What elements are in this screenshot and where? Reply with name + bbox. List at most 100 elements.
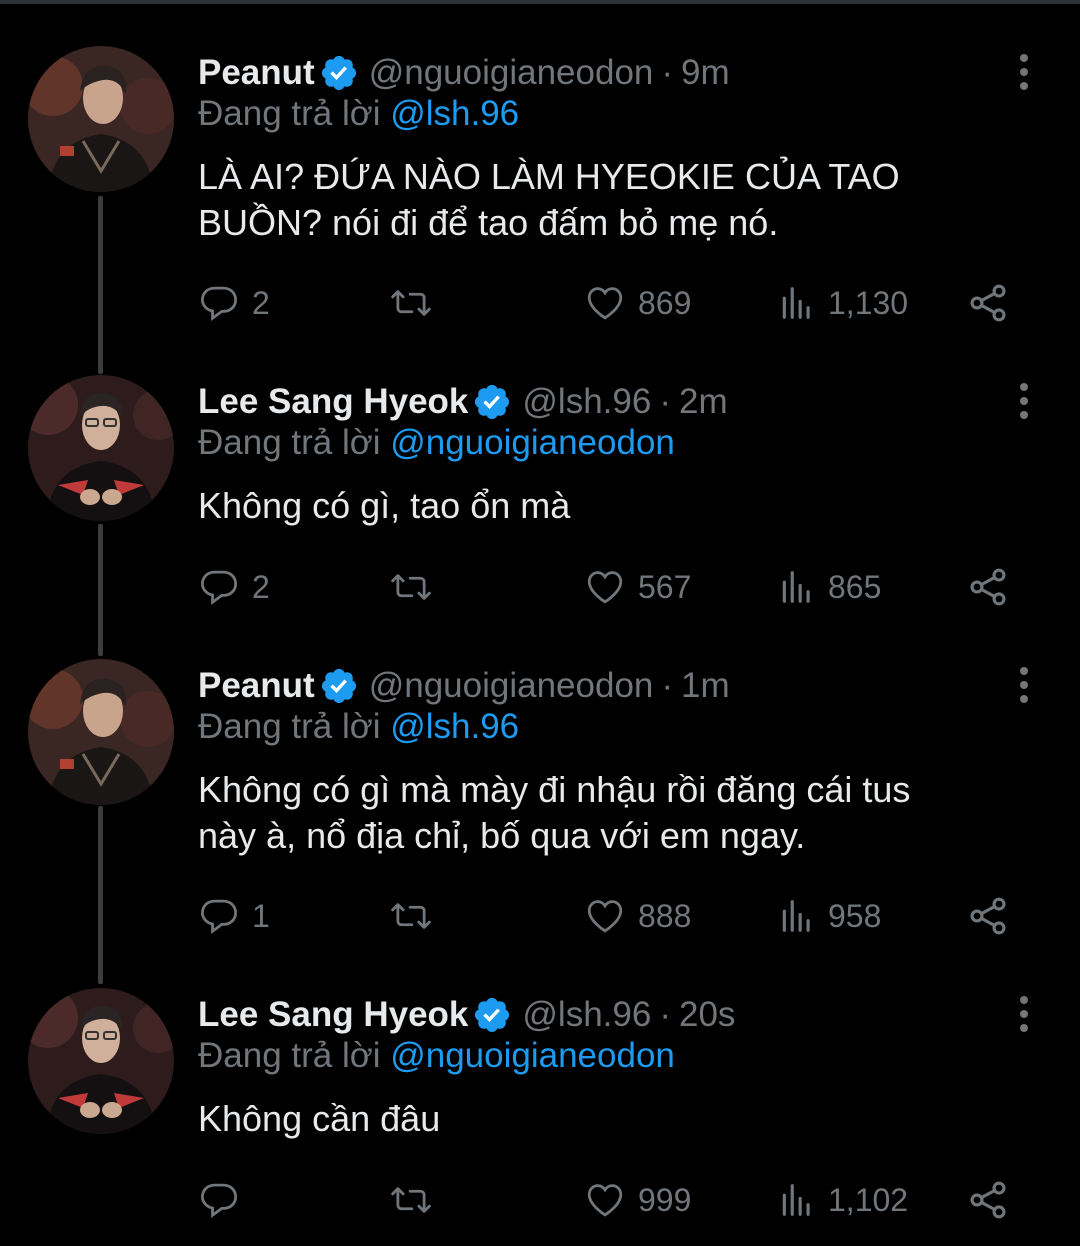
reply-icon (200, 286, 238, 321)
top-divider (0, 0, 1080, 4)
timestamp[interactable]: 1m (681, 666, 730, 706)
user-handle[interactable]: @lsh.96 (522, 995, 651, 1035)
like-button[interactable]: 869 (584, 278, 691, 328)
like-icon (587, 900, 623, 933)
mention-link[interactable]: @nguoigianeodon (390, 1036, 675, 1075)
like-button[interactable]: 999 (584, 1175, 691, 1225)
like-button[interactable]: 567 (584, 562, 691, 612)
replying-to: Đang trả lời @nguoigianeodon (198, 423, 675, 463)
avatar[interactable] (28, 988, 174, 1134)
views-button[interactable]: 865 (778, 562, 881, 612)
action-bar: 2 869 1,130 (198, 278, 1028, 328)
thread-connector (98, 196, 103, 374)
share-button[interactable] (966, 562, 1010, 612)
display-name[interactable]: Peanut (198, 666, 315, 706)
replying-to-label: Đang trả lời (198, 1036, 381, 1075)
replying-to: Đang trả lời @lsh.96 (198, 707, 519, 747)
verified-badge-icon (472, 382, 512, 422)
reply-button[interactable]: 2 (198, 278, 270, 328)
tweet-text-line: LÀ AI? ĐỨA NÀO LÀM HYEOKIE CỦA TAO (198, 156, 900, 197)
reply-count: 1 (252, 897, 270, 934)
action-bar: 999 1,102 (198, 1175, 1028, 1225)
retweet-button[interactable] (388, 891, 446, 941)
like-count: 999 (638, 1181, 692, 1218)
reply-icon (200, 899, 238, 934)
separator-dot: · (661, 666, 674, 705)
verified-badge-icon (472, 995, 512, 1035)
avatar[interactable] (28, 46, 174, 192)
replying-to-label: Đang trả lời (198, 94, 381, 133)
mention-link[interactable]: @lsh.96 (390, 94, 519, 133)
mention-link[interactable]: @lsh.96 (390, 707, 519, 746)
views-button[interactable]: 1,102 (778, 1175, 908, 1225)
views-icon (782, 900, 810, 932)
replying-to: Đang trả lời @lsh.96 (198, 94, 519, 134)
like-icon (587, 571, 623, 604)
reply-count: 2 (252, 568, 270, 605)
tweet-text-line: Không có gì, tao ổn mà (198, 485, 571, 526)
display-name[interactable]: Lee Sang Hyeok (198, 995, 468, 1035)
timestamp[interactable]: 9m (681, 53, 730, 93)
user-handle[interactable]: @nguoigianeodon (369, 53, 654, 93)
retweet-button[interactable] (388, 278, 446, 328)
like-count: 869 (638, 284, 692, 321)
replying-to: Đang trả lời @nguoigianeodon (198, 1036, 675, 1076)
action-bar: 1 888 958 (198, 891, 1028, 941)
action-bar: 2 567 865 (198, 562, 1028, 612)
tweet-text: LÀ AI? ĐỨA NÀO LÀM HYEOKIE CỦA TAO BUỒN?… (198, 154, 1018, 246)
more-options-icon[interactable] (1012, 381, 1036, 421)
avatar[interactable] (28, 659, 174, 805)
user-handle[interactable]: @lsh.96 (522, 382, 651, 422)
tweet-text-line: BUỒN? nói đi để tao đấm bỏ mẹ nó. (198, 202, 779, 243)
user-handle[interactable]: @nguoigianeodon (369, 666, 654, 706)
views-icon (782, 571, 810, 603)
like-count: 888 (638, 897, 692, 934)
avatar[interactable] (28, 375, 174, 521)
tweet-header: Peanut @nguoigianeodon · 1m (198, 661, 730, 711)
retweet-icon (391, 574, 431, 600)
tweet-header: Lee Sang Hyeok @lsh.96 · 20s (198, 990, 735, 1040)
share-button[interactable] (966, 1175, 1010, 1225)
reply-icon (200, 1183, 238, 1218)
like-icon (587, 287, 623, 320)
retweet-button[interactable] (388, 562, 446, 612)
retweet-button[interactable] (388, 1175, 446, 1225)
timestamp[interactable]: 2m (679, 382, 728, 422)
like-icon (587, 1184, 623, 1217)
tweet-text-line: Không cần đâu (198, 1098, 441, 1139)
tweet-text-line: này à, nổ địa chỉ, bố qua với em ngay. (198, 815, 806, 856)
more-options-icon[interactable] (1012, 665, 1036, 705)
reply-button[interactable] (198, 1175, 252, 1225)
tweet-text-line: Không có gì mà mày đi nhậu rồi đăng cái … (198, 769, 911, 810)
thread-connector (98, 806, 103, 984)
views-button[interactable]: 958 (778, 891, 881, 941)
replying-to-label: Đang trả lời (198, 707, 381, 746)
thread-connector (98, 524, 103, 656)
share-icon (970, 1181, 1006, 1219)
share-button[interactable] (966, 891, 1010, 941)
timestamp[interactable]: 20s (679, 995, 735, 1035)
like-count: 567 (638, 568, 692, 605)
views-count: 1,130 (828, 284, 909, 321)
views-button[interactable]: 1,130 (778, 278, 908, 328)
replying-to-label: Đang trả lời (198, 423, 381, 462)
verified-badge-icon (319, 53, 359, 93)
more-options-icon[interactable] (1012, 52, 1036, 92)
views-icon (782, 287, 810, 319)
views-count: 958 (828, 897, 882, 934)
views-count: 1,102 (828, 1181, 909, 1218)
reply-button[interactable]: 1 (198, 891, 270, 941)
share-button[interactable] (966, 278, 1010, 328)
tweet-text: Không có gì, tao ổn mà (198, 483, 1018, 529)
mention-link[interactable]: @nguoigianeodon (390, 423, 675, 462)
display-name[interactable]: Lee Sang Hyeok (198, 382, 468, 422)
verified-badge-icon (319, 666, 359, 706)
reply-button[interactable]: 2 (198, 562, 270, 612)
display-name[interactable]: Peanut (198, 53, 315, 93)
like-button[interactable]: 888 (584, 891, 691, 941)
more-options-icon[interactable] (1012, 994, 1036, 1034)
retweet-icon (391, 290, 431, 316)
views-count: 865 (828, 568, 882, 605)
tweet-header: Lee Sang Hyeok @lsh.96 · 2m (198, 377, 728, 427)
reply-count: 2 (252, 284, 270, 321)
